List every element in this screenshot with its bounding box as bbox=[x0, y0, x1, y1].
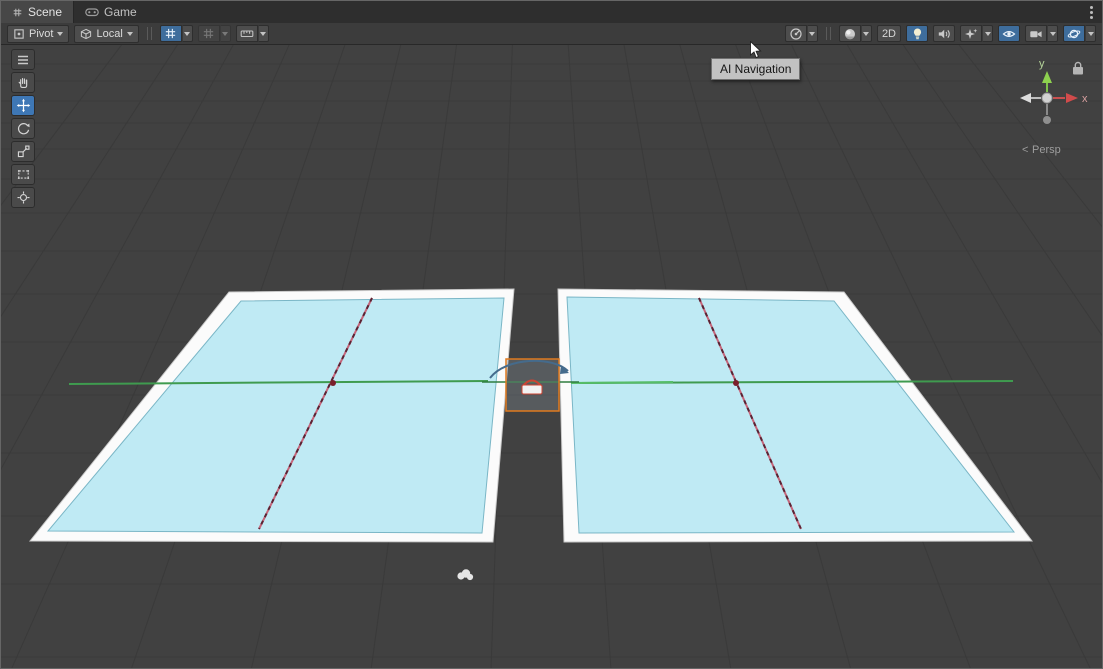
toolbar-separator bbox=[826, 27, 831, 40]
scale-tool[interactable] bbox=[11, 141, 35, 162]
draw-mode-dropdown[interactable] bbox=[861, 25, 872, 42]
move-tool[interactable] bbox=[11, 95, 35, 116]
shaded-sphere-icon bbox=[843, 27, 857, 41]
scene-visibility-toggle[interactable] bbox=[998, 25, 1020, 42]
view-hand-tool[interactable] bbox=[11, 72, 35, 93]
ai-navigation-dropdown[interactable] bbox=[807, 25, 818, 42]
transform-icon bbox=[16, 190, 31, 205]
hand-icon bbox=[16, 75, 31, 90]
draw-mode-button[interactable] bbox=[839, 25, 861, 42]
local-label: Local bbox=[96, 28, 122, 40]
lightbulb-icon bbox=[911, 27, 924, 41]
scene-grid-icon bbox=[12, 7, 23, 18]
effects-toggle[interactable] bbox=[960, 25, 982, 42]
tools-overlay bbox=[11, 49, 35, 208]
chevron-down-icon bbox=[127, 32, 133, 36]
hamburger-icon bbox=[16, 54, 30, 66]
chevron-down-icon bbox=[809, 32, 815, 36]
measure-tool-dropdown[interactable] bbox=[258, 25, 269, 42]
grid-snapping-toggle[interactable] bbox=[160, 25, 182, 42]
local-dropdown[interactable]: Local bbox=[74, 25, 138, 43]
scene-lighting-toggle[interactable] bbox=[906, 25, 928, 42]
rect-tool[interactable] bbox=[11, 164, 35, 185]
grid-visibility-dropdown[interactable] bbox=[220, 25, 231, 42]
toolbar-separator bbox=[147, 27, 152, 40]
chevron-down-icon bbox=[985, 32, 991, 36]
chevron-down-icon bbox=[184, 32, 190, 36]
scene-audio-toggle[interactable] bbox=[933, 25, 955, 42]
orbit-gizmo-icon bbox=[1067, 27, 1081, 41]
chevron-down-icon bbox=[1088, 32, 1094, 36]
tab-options-kebab-icon[interactable] bbox=[1085, 5, 1097, 19]
tab-bar: Scene Game bbox=[1, 1, 1102, 24]
table-right-center-marker bbox=[733, 380, 739, 386]
persp-label[interactable]: Persp bbox=[1032, 144, 1061, 156]
chevron-down-icon bbox=[260, 32, 266, 36]
scene-billboard-icon[interactable] bbox=[457, 569, 473, 580]
speaker-icon bbox=[937, 27, 951, 41]
tab-scene[interactable]: Scene bbox=[1, 1, 74, 23]
sparkle-effects-icon bbox=[964, 27, 978, 41]
effects-dropdown[interactable] bbox=[982, 25, 993, 42]
2d-label: 2D bbox=[882, 28, 896, 40]
scene-camera-dropdown[interactable] bbox=[1047, 25, 1058, 42]
pivot-dropdown[interactable]: Pivot bbox=[7, 25, 69, 43]
unity-editor-window: Scene Game Pivot Local bbox=[0, 0, 1103, 669]
local-cube-icon bbox=[80, 28, 92, 40]
table-left-center-marker bbox=[330, 380, 336, 386]
tooltip: AI Navigation bbox=[711, 58, 800, 80]
tooltip-text: AI Navigation bbox=[720, 62, 791, 76]
game-pad-icon bbox=[85, 7, 99, 17]
rect-tool-icon bbox=[16, 167, 31, 182]
ai-navigation-button[interactable] bbox=[785, 25, 807, 42]
gizmo-axis-back[interactable] bbox=[1043, 116, 1051, 124]
gizmos-dropdown[interactable] bbox=[1085, 25, 1096, 42]
grid-snapping-dropdown[interactable] bbox=[182, 25, 193, 42]
grid-visibility-toggle[interactable] bbox=[198, 25, 220, 42]
gizmo-center[interactable] bbox=[1042, 93, 1052, 103]
table-right[interactable] bbox=[558, 289, 1032, 542]
tab-game[interactable]: Game bbox=[74, 1, 148, 23]
scene-viewport[interactable]: y x < Persp bbox=[1, 45, 1103, 669]
pivot-label: Pivot bbox=[29, 28, 53, 40]
transform-tool[interactable] bbox=[11, 187, 35, 208]
chevron-down-icon bbox=[222, 32, 228, 36]
gizmo-axis-y[interactable] bbox=[1042, 71, 1052, 83]
gizmo-y-label: y bbox=[1039, 58, 1045, 70]
eye-icon bbox=[1002, 28, 1016, 40]
tab-scene-label: Scene bbox=[28, 5, 62, 19]
grid-icon bbox=[202, 27, 215, 40]
snap-grid-icon bbox=[164, 27, 177, 40]
scene-camera-button[interactable] bbox=[1025, 25, 1047, 42]
link-base-icon bbox=[522, 385, 542, 394]
chevron-down-icon bbox=[1050, 32, 1056, 36]
overlay-menu-button[interactable] bbox=[11, 49, 35, 70]
scale-icon bbox=[16, 144, 31, 159]
tab-game-label: Game bbox=[104, 5, 137, 19]
scene-orientation-gizmo[interactable]: y x < Persp bbox=[1020, 58, 1088, 156]
move-arrows-icon bbox=[16, 98, 31, 113]
2d-toggle[interactable]: 2D bbox=[877, 25, 901, 42]
scene-toolbar: Pivot Local bbox=[1, 23, 1102, 45]
chevron-down-icon bbox=[863, 32, 869, 36]
rotate-icon bbox=[16, 121, 31, 136]
persp-chevron: < bbox=[1022, 144, 1028, 156]
ruler-icon bbox=[240, 27, 254, 40]
gizmo-x-label: x bbox=[1082, 93, 1088, 105]
gizmos-toggle[interactable] bbox=[1063, 25, 1085, 42]
camera-icon bbox=[1029, 27, 1043, 41]
chevron-down-icon bbox=[57, 32, 63, 36]
pivot-icon bbox=[13, 28, 25, 40]
table-left[interactable] bbox=[30, 289, 514, 542]
rotate-tool[interactable] bbox=[11, 118, 35, 139]
ai-navigation-icon bbox=[789, 27, 803, 41]
perspective-grid bbox=[1, 45, 1103, 669]
measure-tool-toggle[interactable] bbox=[236, 25, 258, 42]
